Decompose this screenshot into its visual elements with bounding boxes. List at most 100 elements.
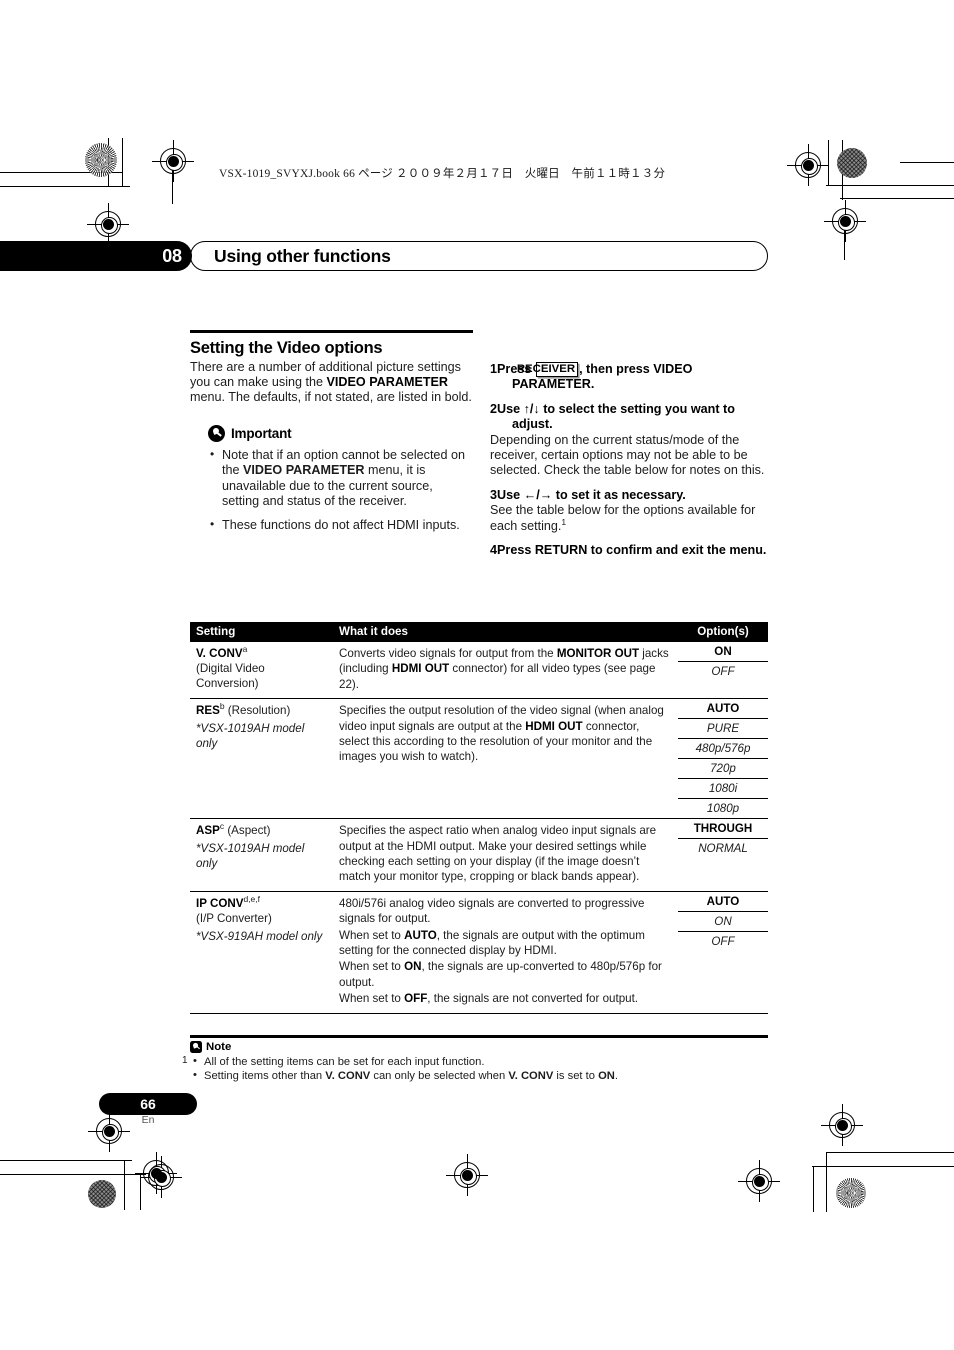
option-value[interactable]: OFF	[678, 662, 768, 681]
step-3-text: 3Use ←/→ to set it as necessary.	[490, 487, 773, 503]
note-seg: can only be selected when	[370, 1069, 509, 1082]
page-number: 66	[140, 1096, 156, 1112]
description-paragraph: 480i/576i analog video signals are conve…	[339, 896, 645, 926]
option-value[interactable]: 720p	[678, 759, 768, 780]
setting-subtitle: (Resolution)	[224, 704, 291, 718]
table-header-row: Setting What it does Option(s)	[190, 622, 768, 641]
video-options-table: Setting What it does Option(s) V. CONVa …	[190, 622, 768, 1014]
table-row: ASPc (Aspect) *VSX-1019AH model only Spe…	[190, 818, 768, 891]
cell-description: Specifies the aspect ratio when analog v…	[333, 819, 678, 891]
step-2: 2Use ↑/↓ to select the setting you want …	[490, 402, 773, 479]
option-value[interactable]: AUTO	[678, 892, 768, 912]
desc-bold-seg: MONITOR OUT	[556, 647, 640, 660]
step-3-body: See the table below for the options avai…	[490, 503, 773, 534]
option-value[interactable]: OFF	[678, 932, 768, 951]
left-column: Setting the Video options There are a nu…	[190, 330, 473, 543]
cell-description: Specifies the output resolution of the v…	[333, 699, 678, 818]
desc-bold-seg: HDMI OUT	[391, 662, 450, 676]
option-value[interactable]: ON	[678, 642, 768, 662]
section-rule	[190, 330, 473, 333]
column-header-setting: Setting	[196, 625, 236, 638]
option-value[interactable]: 480p/576p	[678, 739, 768, 760]
pushpin-icon	[208, 424, 225, 442]
important-bullet-list: Note that if an option cannot be selecte…	[208, 447, 473, 534]
setting-subtitle: (Digital Video Conversion)	[196, 662, 265, 690]
desc-seg: When set to	[339, 928, 405, 942]
option-value[interactable]: PURE	[678, 719, 768, 740]
cell-options: AUTO PURE 480p/576p 720p 1080i 1080p	[678, 699, 768, 818]
cell-setting: IP CONVd,e,f (I/P Converter) *VSX-919AH …	[190, 892, 333, 1013]
cell-setting: RESb (Resolution) *VSX-1019AH model only	[190, 699, 333, 818]
description-paragraph: When set to AUTO, the signals are output…	[339, 928, 670, 959]
setting-name: RES	[196, 704, 220, 718]
right-column: 1Press RECEIVER, then press VIDEO PARAME…	[490, 362, 773, 567]
list-item: All of the setting items can be set for …	[190, 1054, 768, 1069]
note-label: Note	[206, 1040, 232, 1053]
option-value[interactable]: 1080p	[678, 799, 768, 818]
step-3-after: ←/→ to set it as necessary.	[523, 487, 686, 502]
important-label: Important	[231, 425, 292, 441]
setting-name: V. CONV	[196, 647, 243, 660]
option-value[interactable]: ON	[678, 912, 768, 932]
list-item: Note that if an option cannot be selecte…	[208, 447, 473, 510]
important-heading: Important	[208, 424, 473, 442]
desc-bold-seg: OFF	[404, 992, 428, 1006]
desc-bold-seg: AUTO	[404, 928, 437, 942]
note-bold-seg: V. CONV	[508, 1069, 554, 1082]
column-header-options: Option(s)	[697, 625, 749, 638]
table-row: V. CONVa (Digital Video Conversion) Conv…	[190, 641, 768, 698]
description-paragraph: Converts video signals for output from t…	[339, 646, 670, 692]
step-3-footnote-marker: 1	[561, 516, 567, 527]
setting-model-note: *VSX-1019AH model only	[196, 842, 305, 871]
cell-setting: ASPc (Aspect) *VSX-1019AH model only	[190, 819, 333, 891]
chapter-number: 08	[162, 246, 182, 266]
description-paragraph: When set to ON, the signals are up-conve…	[339, 959, 670, 990]
page-canvas: VSX-1019_SVYXJ.book 66 ページ ２００９年２月１７日 火曜…	[0, 0, 954, 1350]
receiver-keycap[interactable]: RECEIVER	[517, 362, 579, 377]
step-4: 4Press RETURN to confirm and exit the me…	[490, 543, 773, 558]
step-3-before: Use	[497, 487, 524, 502]
description-paragraph: Specifies the aspect ratio when analog v…	[339, 824, 657, 884]
note-block: Note 1 All of the setting items can be s…	[182, 1035, 768, 1083]
print-meta-line: VSX-1019_SVYXJ.book 66 ページ ２００９年２月１７日 火曜…	[219, 168, 666, 180]
step-3: 3Use ←/→ to set it as necessary. See the…	[490, 488, 773, 534]
step-2-body: Depending on the current status/mode of …	[490, 432, 765, 478]
list-item: Setting items other than V. CONV can onl…	[190, 1068, 768, 1083]
desc-seg: , the signals are not converted for outp…	[427, 992, 639, 1006]
setting-name: IP CONV	[196, 896, 244, 910]
cell-setting: V. CONVa (Digital Video Conversion)	[190, 642, 333, 698]
step-2-number: 2	[490, 401, 498, 416]
note-bold-seg: V. CONV	[325, 1069, 371, 1082]
desc-bold-seg: HDMI OUT	[525, 719, 583, 733]
note-seg: Setting items other than	[204, 1069, 326, 1082]
description-paragraph: Specifies the output resolution of the v…	[339, 703, 670, 765]
intro-menu-name: VIDEO PARAMETER	[326, 374, 449, 389]
option-value[interactable]: THROUGH	[678, 819, 768, 840]
note-heading: Note	[190, 1040, 768, 1053]
step-4-text: 4Press RETURN to confirm and exit the me…	[490, 543, 773, 558]
bullet-1-menu-name: VIDEO PARAMETER	[243, 463, 365, 478]
option-value[interactable]: NORMAL	[678, 839, 768, 858]
step-3-body-text: See the table below for the options avai…	[490, 503, 756, 533]
step-4-after: Press RETURN to confirm and exit the men…	[497, 543, 767, 558]
cell-options: AUTO ON OFF	[678, 892, 768, 1013]
step-1-number: 1	[490, 362, 498, 376]
option-value[interactable]: AUTO	[678, 699, 768, 720]
step-2-text: 2Use ↑/↓ to select the setting you want …	[490, 401, 773, 433]
cell-options: THROUGH NORMAL	[678, 819, 768, 891]
page-title: Using other functions	[214, 246, 391, 266]
desc-bold-seg: ON	[404, 960, 422, 974]
note-footnote-index: 1	[182, 1054, 188, 1066]
table-row: RESb (Resolution) *VSX-1019AH model only…	[190, 698, 768, 818]
bullet-2-text: These functions do not affect HDMI input…	[222, 518, 460, 533]
setting-subtitle: (Aspect)	[224, 824, 271, 838]
step-2-after: ↑/↓ to select the setting you want to ad…	[512, 401, 735, 432]
note-list: 1 All of the setting items can be set fo…	[182, 1054, 768, 1083]
cell-description: Converts video signals for output from t…	[333, 642, 678, 698]
cell-options: ON OFF	[678, 642, 768, 698]
option-value[interactable]: 1080i	[678, 779, 768, 800]
list-item: These functions do not affect HDMI input…	[208, 517, 473, 533]
cell-description: 480i/576i analog video signals are conve…	[333, 892, 678, 1013]
setting-footnote: d,e,f	[243, 893, 261, 904]
note-seg: .	[614, 1069, 618, 1082]
